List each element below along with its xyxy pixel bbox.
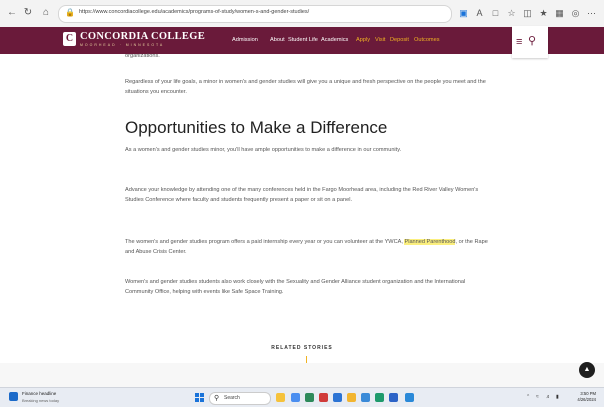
nav-apply[interactable]: Apply <box>356 37 370 43</box>
url-text: https://www.concordiacollege.edu/academi… <box>79 9 310 15</box>
app-icon-green[interactable] <box>375 393 384 402</box>
paragraph-3: The women's and gender studies program o… <box>125 237 495 257</box>
logo-name: CONCORDIA COLLEGE <box>80 31 205 42</box>
nav-student-life[interactable]: Student Life <box>288 37 318 43</box>
address-bar[interactable]: 🔒 https://www.concordiacollege.edu/acade… <box>58 5 452 23</box>
app-icon-red[interactable] <box>319 393 328 402</box>
windows-taskbar: Finance headline Breaking news today ⚲ S… <box>0 387 604 407</box>
nav-about[interactable]: About <box>270 37 285 43</box>
edge-app-icon[interactable] <box>333 393 342 402</box>
scroll-to-top-button[interactable]: ▲ <box>579 362 595 378</box>
nav-admission[interactable]: Admission <box>232 37 258 43</box>
paragraph-4: Women's and gender studies students also… <box>125 279 466 295</box>
collections-icon[interactable]: ▦ <box>554 7 565 19</box>
store-app-icon[interactable] <box>361 393 370 402</box>
windows-start-icon[interactable] <box>195 393 204 402</box>
taskbar-search-label: Search <box>224 395 240 401</box>
paragraph-1: As a women's and gender studies minor, y… <box>125 147 402 153</box>
outlook-app-icon[interactable] <box>389 393 398 402</box>
more-icon[interactable]: ⋯ <box>586 7 597 19</box>
news-widget-subtitle: Breaking news today <box>22 398 60 403</box>
nav-outcomes[interactable]: Outcomes <box>414 37 440 43</box>
nav-visit[interactable]: Visit <box>375 37 385 43</box>
news-widget-title[interactable]: Finance headline <box>22 391 56 396</box>
intro-paragraph: Regardless of your life goals, a minor i… <box>125 79 486 95</box>
extension-icon[interactable]: ▣ <box>458 7 469 19</box>
widgets-app-icon[interactable] <box>276 393 285 402</box>
section-heading: Opportunities to Make a Difference <box>125 118 388 137</box>
split-screen-icon[interactable]: □ <box>490 7 501 19</box>
volume-icon[interactable]: ♬ <box>546 394 551 400</box>
sidebar-icon[interactable]: ◫ <box>522 7 533 19</box>
back-icon[interactable]: ← <box>6 7 18 19</box>
logo-mark: C <box>63 32 76 46</box>
intro-tail: organizations. <box>125 53 160 59</box>
read-aloud-icon[interactable]: A <box>474 7 485 19</box>
taskbar-clock[interactable]: 3:50 PM 4/26/2024 <box>566 391 596 403</box>
favorites-icon[interactable]: ★ <box>538 7 549 19</box>
reload-icon[interactable]: ↻ <box>22 7 34 19</box>
taskbar-search[interactable]: ⚲ Search <box>209 392 271 405</box>
file-explorer-icon[interactable] <box>347 393 356 402</box>
logo-subtitle: MOORHEAD · MINNESOTA <box>80 43 165 47</box>
news-widget-icon[interactable] <box>9 392 18 401</box>
related-stories-area <box>0 363 604 387</box>
paragraph-2: Advance your knowledge by attending one … <box>125 187 479 203</box>
mail-app-icon[interactable] <box>405 393 414 402</box>
wifi-icon[interactable]: ≈ <box>536 394 539 400</box>
task-view-icon[interactable] <box>291 393 300 402</box>
nav-deposit[interactable]: Deposit <box>390 37 409 43</box>
home-icon[interactable]: ⌂ <box>40 7 52 19</box>
favorite-star-icon[interactable]: ☆ <box>506 7 517 19</box>
menu-search-button[interactable]: ≡ ⚲ <box>512 26 548 58</box>
tray-chevron-icon[interactable]: ⌃ <box>526 394 530 400</box>
hamburger-icon: ≡ <box>516 36 523 48</box>
chrome-app-icon[interactable] <box>305 393 314 402</box>
copilot-icon[interactable]: ◎ <box>570 7 581 19</box>
nav-academics[interactable]: Academics <box>321 37 348 43</box>
paragraph-3-start: The women's and gender studies program o… <box>125 239 403 245</box>
planned-parenthood-link[interactable]: Planned Parenthood <box>404 239 456 245</box>
search-icon: ⚲ <box>214 395 220 402</box>
search-icon: ⚲ <box>528 35 537 47</box>
lock-icon: 🔒 <box>65 8 75 17</box>
battery-icon[interactable]: ▮ <box>556 394 559 400</box>
clock-date: 4/26/2024 <box>577 397 596 402</box>
related-stories-heading: RELATED STORIES <box>271 345 333 351</box>
browser-toolbar: ← ↻ ⌂ 🔒 https://www.concordiacollege.edu… <box>0 0 604 28</box>
